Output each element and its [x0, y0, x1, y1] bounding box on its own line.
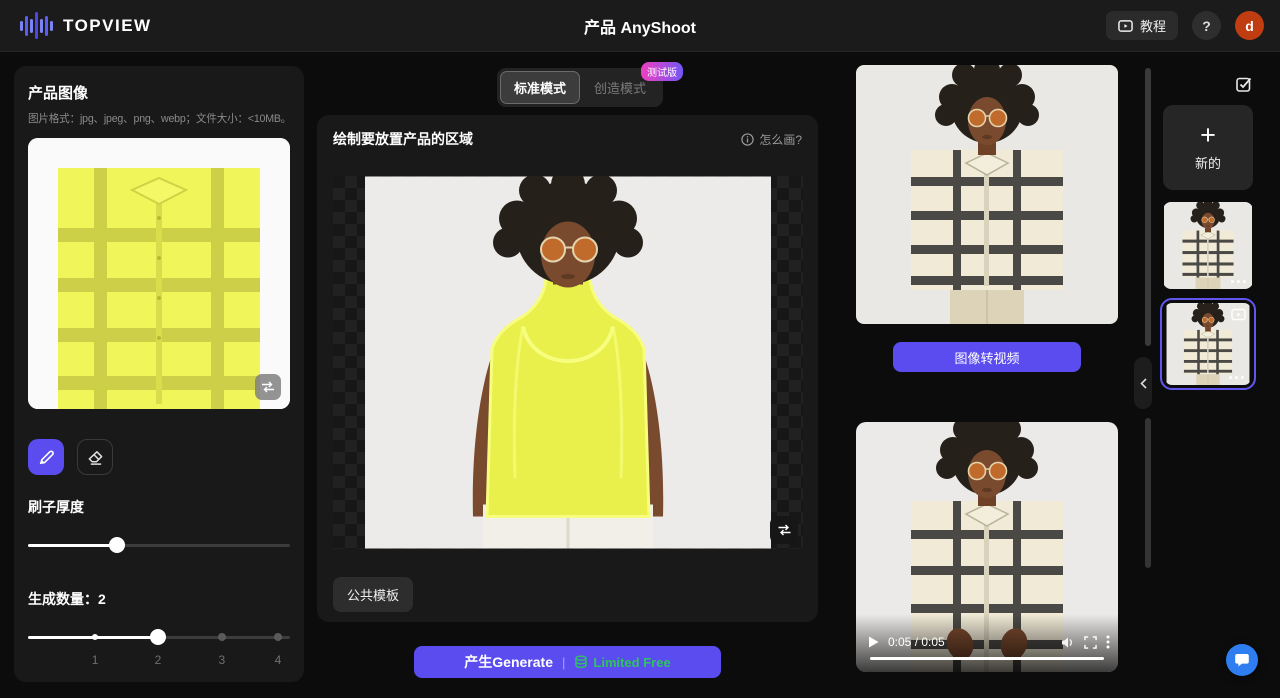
new-generation-button[interactable]: + 新的 — [1163, 105, 1253, 190]
canvas-swap-button[interactable] — [770, 516, 798, 544]
eraser-tool-button[interactable] — [77, 439, 113, 475]
brush-thickness-slider[interactable] — [28, 537, 290, 553]
coins-icon — [574, 655, 588, 669]
generated-result-image[interactable] — [856, 65, 1118, 324]
product-panel-title: 产品图像 — [28, 82, 290, 103]
header: TOPVIEW 产品 AnyShoot 教程 ? d — [0, 0, 1280, 52]
multi-select-button[interactable] — [1235, 75, 1253, 98]
image-to-video-button[interactable]: 图像转视频 — [893, 342, 1081, 372]
how-to-draw-link[interactable]: 怎么画? — [741, 131, 802, 148]
tutorial-button[interactable]: 教程 — [1106, 11, 1178, 40]
thumbnail-image — [1163, 202, 1253, 289]
beta-badge: 测试版 — [641, 62, 683, 81]
sidebar-scrollbar[interactable] — [1145, 68, 1151, 346]
tick-label-2: 2 — [155, 653, 162, 667]
generate-count-label: 生成数量：2 — [28, 589, 290, 609]
swap-product-button[interactable] — [255, 374, 281, 400]
draw-area-card: 绘制要放置产品的区域 怎么画? 公共模板 — [317, 115, 818, 622]
question-icon: ? — [1202, 18, 1211, 34]
public-templates-button[interactable]: 公共模板 — [333, 577, 413, 612]
count-tick-labels: 1 2 3 4 — [28, 653, 290, 667]
brush-thickness-label: 刷子厚度 — [28, 497, 290, 517]
generate-count-value: 2 — [98, 591, 106, 607]
format-hint: 图片格式：jpg、jpeg、png、webp；文件大小：<10MB。 — [28, 111, 290, 126]
tutorial-label: 教程 — [1140, 16, 1166, 35]
waveform-logo-icon — [20, 11, 53, 41]
video-time: 0:05 / 0:05 — [888, 635, 945, 649]
video-progress-bar[interactable] — [870, 657, 1104, 660]
tick-label-4: 4 — [275, 653, 282, 667]
avatar-initial: d — [1245, 18, 1254, 34]
tab-creative-mode[interactable]: 创造模式 测试版 — [580, 71, 660, 104]
more-options-button[interactable] — [1106, 635, 1110, 649]
video-player[interactable]: 0:05 / 0:05 — [856, 422, 1118, 672]
sidebar-scrollbar-lower[interactable] — [1145, 418, 1151, 568]
mask-canvas[interactable] — [333, 176, 803, 549]
eraser-icon — [87, 449, 104, 466]
product-image-box[interactable] — [28, 138, 290, 409]
brush-icon — [38, 449, 55, 466]
count-stop-3[interactable] — [218, 633, 226, 641]
product-shirt-image — [28, 138, 290, 409]
generate-divider: | — [562, 655, 565, 670]
fullscreen-button[interactable] — [1084, 636, 1097, 649]
slider-thumb[interactable] — [150, 629, 166, 645]
chevron-left-icon — [1140, 378, 1147, 389]
tab-standard-mode[interactable]: 标准模式 — [500, 71, 580, 104]
video-controls: 0:05 / 0:05 — [868, 632, 1110, 652]
generate-label: 产生Generate — [464, 652, 553, 672]
tick-label-1: 1 — [92, 653, 99, 667]
count-stop-1[interactable] — [92, 634, 98, 640]
slider-track[interactable] — [28, 544, 290, 547]
app-window: TOPVIEW 产品 AnyShoot 教程 ? d 产品图像 图片格式：jpg… — [0, 0, 1280, 698]
new-label: 新的 — [1195, 153, 1221, 172]
video-badge-icon — [1231, 308, 1246, 326]
checkbox-check-icon — [1235, 75, 1253, 93]
video-tutorial-icon — [1118, 19, 1133, 33]
info-icon — [741, 133, 754, 146]
masked-model-image — [365, 176, 771, 549]
tick-label-3: 3 — [219, 653, 226, 667]
brush-tool-button[interactable] — [28, 439, 64, 475]
result-model-image — [856, 65, 1118, 324]
slider-thumb[interactable] — [109, 537, 125, 553]
avatar[interactable]: d — [1235, 11, 1264, 40]
mode-tabs: 标准模式 创造模式 测试版 — [497, 68, 663, 107]
chat-support-button[interactable] — [1226, 644, 1258, 676]
limited-free-label: Limited Free — [593, 655, 670, 670]
thumbnail-menu-dots[interactable] — [1231, 280, 1246, 283]
product-panel: 产品图像 图片格式：jpg、jpeg、png、webp；文件大小：<10MB。 … — [14, 66, 304, 682]
model-photo-with-mask[interactable] — [365, 176, 771, 549]
chat-bubble-icon — [1234, 652, 1250, 668]
help-button[interactable]: ? — [1192, 11, 1221, 40]
thumbnail-menu-dots[interactable] — [1229, 376, 1244, 379]
plus-icon: + — [1200, 124, 1216, 146]
draw-area-title: 绘制要放置产品的区域 — [333, 129, 473, 149]
generate-count-slider[interactable] — [28, 629, 290, 645]
play-button[interactable] — [868, 636, 879, 648]
swap-icon — [777, 524, 792, 536]
generate-button[interactable]: 产生Generate | Limited Free — [414, 646, 721, 678]
count-stop-4[interactable] — [274, 633, 282, 641]
sidebar-collapse-handle[interactable] — [1134, 357, 1152, 409]
history-thumbnail-1[interactable] — [1163, 202, 1253, 289]
logo[interactable]: TOPVIEW — [20, 11, 152, 41]
history-thumbnail-2-selected[interactable] — [1160, 298, 1256, 390]
volume-button[interactable] — [1061, 636, 1075, 649]
page-title: 产品 AnyShoot — [584, 0, 696, 52]
logo-text: TOPVIEW — [63, 16, 152, 36]
swap-icon — [261, 381, 275, 393]
